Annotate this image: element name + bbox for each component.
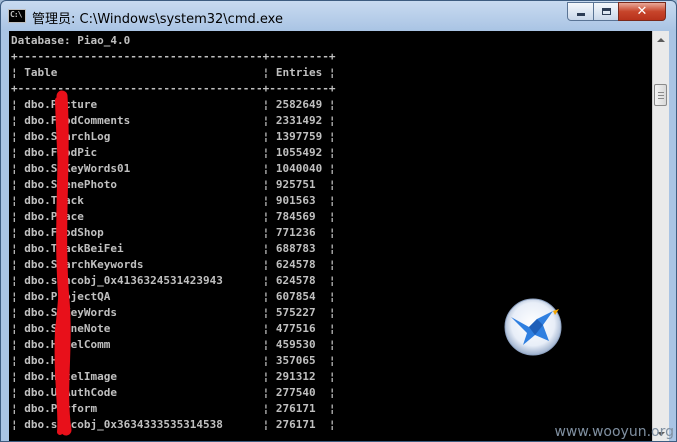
- maximize-button[interactable]: [593, 2, 619, 21]
- minimize-button[interactable]: [567, 2, 594, 21]
- scroll-thumb[interactable]: [654, 84, 667, 106]
- bird-logo-icon: [504, 298, 562, 356]
- vertical-scrollbar[interactable]: [652, 31, 669, 441]
- minimize-icon: [576, 13, 585, 16]
- console-text: Database: Piao_4.0 +--------------------…: [11, 34, 336, 431]
- maximize-icon: [601, 8, 611, 15]
- close-button[interactable]: ✕: [618, 2, 666, 21]
- cmd-app-icon[interactable]: C:\: [8, 9, 26, 23]
- watermark: www.wooyun.org: [554, 424, 674, 440]
- window-title: 管理员: C:\Windows\system32\cmd.exe: [32, 12, 283, 27]
- cmd-window: C:\ 管理员: C:\Windows\system32\cmd.exe ✕ D…: [0, 0, 677, 442]
- scroll-up-button[interactable]: [653, 31, 669, 48]
- console-output[interactable]: Database: Piao_4.0 +--------------------…: [9, 31, 652, 441]
- close-icon: ✕: [636, 4, 648, 19]
- arrow-up-icon: [657, 37, 665, 42]
- title-bar[interactable]: C:\ 管理员: C:\Windows\system32\cmd.exe ✕: [1, 1, 676, 31]
